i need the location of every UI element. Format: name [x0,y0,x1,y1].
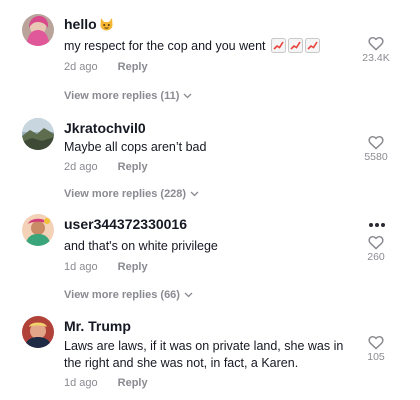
user-avatar[interactable] [22,214,54,246]
comment-age: 2d ago [64,161,98,173]
comments-list: hello my respect for the cop and you wen… [0,0,420,400]
comment-username[interactable]: Mr. Trump [64,318,131,334]
comment-item: user344372330016 and that's on white pri… [0,208,420,288]
comment-item: Mr. Trump Laws are laws, if it was on pr… [0,308,420,400]
user-avatar[interactable] [22,118,54,150]
reply-button[interactable]: Reply [118,261,148,273]
comment-item: hello my respect for the cop and you wen… [0,0,420,90]
chevron-down-icon [190,191,199,197]
reply-button[interactable]: Reply [118,377,148,389]
chevron-down-icon [184,292,193,298]
more-options-icon[interactable] [368,214,392,227]
view-more-replies[interactable]: View more replies (228) [64,188,199,200]
view-more-replies[interactable]: View more replies (11) [64,90,192,102]
comment-text: Maybe all cops aren’t bad [64,140,207,154]
comment-meta: 2d ago Reply [64,61,148,73]
comment-age: 2d ago [64,61,98,73]
reply-button[interactable]: Reply [118,61,148,73]
user-avatar[interactable] [22,316,54,348]
comment-age: 1d ago [64,261,98,273]
chart-increasing-emoji-icon [270,38,321,58]
comment-text: my respect for the cop and you went [64,38,364,58]
like-count: 5580 [364,151,388,163]
cat-emoji-icon [99,17,114,34]
heart-outline-icon [368,36,384,51]
comment-meta: 1d ago Reply [64,261,148,273]
comment-meta: 2d ago Reply [64,161,148,173]
chevron-down-icon [183,93,192,99]
comment-username[interactable]: Jkratochvil0 [64,120,146,136]
reply-button[interactable]: Reply [118,161,148,173]
like-button[interactable]: 5580 [356,135,396,163]
user-avatar[interactable] [22,14,54,46]
heart-outline-icon [368,235,384,250]
comment-username[interactable]: hello [64,16,114,34]
comment-age: 1d ago [64,377,98,389]
comment-text: and that's on white privilege [64,239,218,253]
comment-text: Laws are laws, if it was on private land… [64,339,344,370]
heart-outline-icon [368,335,384,350]
like-button[interactable]: 105 [356,335,396,363]
like-count: 23.4K [362,52,390,64]
comment-item: Jkratochvil0 Maybe all cops aren’t bad 2… [0,108,420,188]
like-button[interactable]: 260 [356,235,396,263]
like-count: 105 [367,351,385,363]
comment-meta: 1d ago Reply [64,377,148,389]
like-button[interactable]: 23.4K [356,36,396,64]
like-count: 260 [367,251,385,263]
view-more-replies[interactable]: View more replies (66) [64,289,193,301]
heart-outline-icon [368,135,384,150]
comment-username[interactable]: user344372330016 [64,216,187,232]
